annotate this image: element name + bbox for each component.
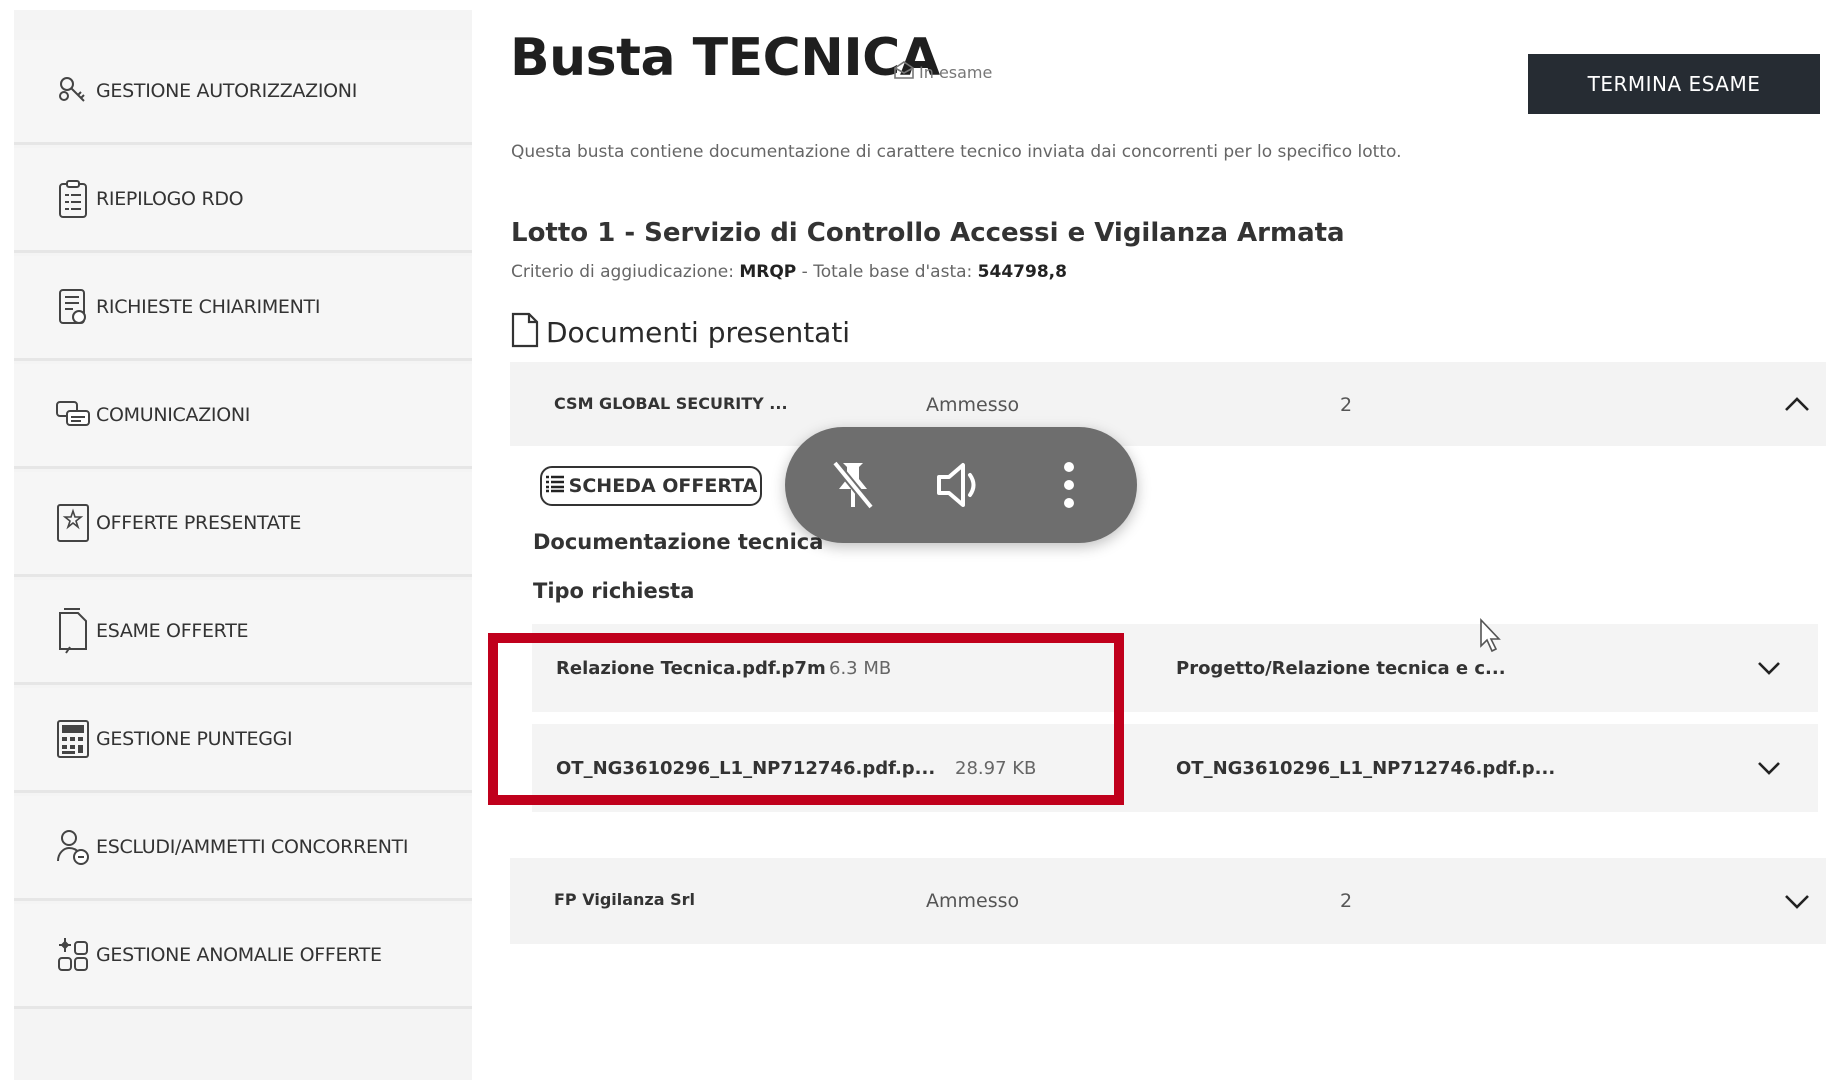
criteria-separator: -	[796, 262, 814, 282]
file-name[interactable]: OT_NG3610296_L1_NP712746.pdf.p...	[556, 758, 935, 779]
status-badge: In esame	[893, 60, 992, 84]
document-question-icon	[54, 285, 92, 329]
sidebar-item-escludi-ammetti-concorrenti[interactable]: ESCLUDI/AMMETTI CONCORRENTI	[14, 796, 472, 901]
lotto-title: Lotto 1 - Servizio di Controllo Accessi …	[511, 218, 1345, 248]
competitor-name: FP Vigilanza Srl	[554, 890, 695, 909]
chevron-down-icon[interactable]	[1780, 884, 1814, 918]
sidebar-item-label: ESAME OFFERTE	[96, 620, 249, 642]
sidebar-item-riepilogo-rdo[interactable]: RIEPILOGO RDO	[14, 148, 472, 253]
more-vertical-icon[interactable]	[1037, 453, 1101, 517]
sidebar-item-label: RIEPILOGO RDO	[96, 188, 244, 210]
termina-esame-button[interactable]: TERMINA ESAME	[1528, 54, 1820, 114]
sidebar-item-gestione-punteggi[interactable]: GESTIONE PUNTEGGI	[14, 688, 472, 793]
file-type: Progetto/Relazione tecnica e c...	[1176, 658, 1506, 679]
competitor-row[interactable]: CSM GLOBAL SECURITY ... Ammesso 2	[510, 362, 1826, 448]
keys-icon	[54, 69, 92, 113]
anomaly-icon	[54, 933, 92, 977]
documents-heading-label: Documenti presentati	[546, 315, 851, 349]
competitor-status: Ammesso	[926, 890, 1020, 912]
criterion-value: MRQP	[739, 262, 797, 282]
competitor-row[interactable]: FP Vigilanza Srl Ammesso 2	[510, 858, 1826, 944]
sidebar-item-label: COMUNICAZIONI	[96, 404, 251, 426]
mouse-pointer-icon	[1478, 617, 1504, 654]
media-control-bar	[785, 427, 1137, 543]
sidebar-item-label: GESTIONE ANOMALIE OFFERTE	[96, 944, 382, 966]
base-value: 544798,8	[977, 262, 1067, 282]
file-name[interactable]: Relazione Tecnica.pdf.p7m	[556, 658, 826, 679]
file-size: 28.97 KB	[955, 758, 1037, 779]
file-row[interactable]: Relazione Tecnica.pdf.p7m 6.3 MB Progett…	[532, 624, 1818, 712]
scheda-offerta-button[interactable]: SCHEDA OFFERTA	[540, 466, 762, 506]
competitor-doc-count: 2	[1340, 394, 1353, 416]
file-type: OT_NG3610296_L1_NP712746.pdf.p...	[1176, 758, 1556, 779]
chevron-down-icon[interactable]	[1752, 651, 1786, 685]
users-icon	[54, 825, 92, 869]
section-label: Documentazione tecnica	[533, 530, 824, 554]
calculator-icon	[54, 717, 92, 761]
status-label: In esame	[919, 62, 993, 82]
unpin-icon[interactable]	[821, 453, 885, 517]
base-label: Totale base d'asta:	[813, 262, 973, 282]
documents-heading: Documenti presentati	[510, 312, 850, 352]
file-row[interactable]: OT_NG3610296_L1_NP712746.pdf.p... 28.97 …	[532, 724, 1818, 812]
document-icon	[510, 312, 540, 352]
file-size: 6.3 MB	[829, 658, 892, 679]
sidebar-item-richieste-chiarimenti[interactable]: RICHIESTE CHIARIMENTI	[14, 256, 472, 361]
document-search-icon	[54, 608, 92, 654]
sidebar-item-label: ESCLUDI/AMMETTI CONCORRENTI	[96, 836, 409, 858]
sidebar-item-label: GESTIONE AUTORIZZAZIONI	[96, 80, 358, 102]
request-type-label: Tipo richiesta	[533, 579, 695, 603]
sidebar-item-esame-offerte[interactable]: ESAME OFFERTE	[14, 580, 472, 685]
sidebar-item-gestione-autorizzazioni[interactable]: GESTIONE AUTORIZZAZIONI	[14, 40, 472, 145]
chevron-down-icon[interactable]	[1752, 751, 1786, 785]
chevron-up-icon[interactable]	[1780, 388, 1814, 422]
competitor-name: CSM GLOBAL SECURITY ...	[554, 394, 788, 413]
criterion-label: Criterio di aggiudicazione:	[511, 262, 734, 282]
sidebar-item-label: RICHIESTE CHIARIMENTI	[96, 296, 321, 318]
document-star-icon	[54, 501, 92, 545]
sidebar-item-gestione-anomalie-offerte[interactable]: GESTIONE ANOMALIE OFFERTE	[14, 904, 472, 1009]
volume-icon[interactable]	[929, 453, 993, 517]
lotto-criteria: Criterio di aggiudicazione: MRQP - Total…	[511, 262, 1067, 282]
competitor-status: Ammesso	[926, 394, 1020, 416]
sidebar: GESTIONE AUTORIZZAZIONI RIEPILOGO RDO RI…	[14, 10, 472, 1080]
sidebar-item-comunicazioni[interactable]: COMUNICAZIONI	[14, 364, 472, 469]
sidebar-item-offerte-presentate[interactable]: OFFERTE PRESENTATE	[14, 472, 472, 577]
page-description: Questa busta contiene documentazione di …	[511, 142, 1402, 162]
competitor-doc-count: 2	[1340, 890, 1353, 912]
sidebar-item-label: OFFERTE PRESENTATE	[96, 512, 302, 534]
sidebar-item-label: GESTIONE PUNTEGGI	[96, 728, 293, 750]
envelope-open-icon	[893, 60, 915, 84]
chat-bubbles-icon	[54, 393, 92, 437]
clipboard-icon	[54, 177, 92, 221]
list-icon	[545, 475, 565, 498]
page-title: Busta TECNICA	[510, 28, 940, 88]
scheda-offerta-label: SCHEDA OFFERTA	[568, 475, 758, 497]
